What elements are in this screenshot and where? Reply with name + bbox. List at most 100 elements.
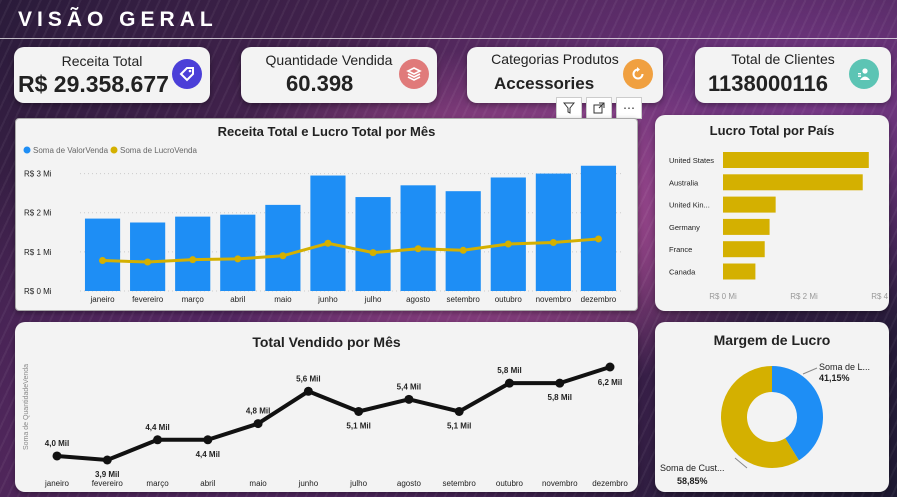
point-quantidade	[253, 419, 263, 429]
point-quantidade	[404, 394, 414, 404]
y-tick-label: Germany	[669, 223, 700, 232]
users-icon	[849, 59, 879, 89]
point-lucrovenda	[279, 252, 287, 260]
kpi-value-receita: R$ 29.358.677	[18, 71, 169, 97]
point-quantidade	[555, 378, 565, 388]
x-tick-label: junho	[317, 295, 338, 304]
point-lucrovenda	[594, 235, 602, 243]
bar-lucro-pais	[723, 241, 765, 258]
data-label: 5,4 Mil	[397, 382, 421, 391]
x-tick-label: março	[146, 479, 169, 488]
x-tick-label: junho	[298, 479, 319, 488]
filter-icon[interactable]	[556, 97, 582, 119]
x-tick-label: outubro	[495, 295, 523, 304]
x-tick-label: julho	[364, 295, 382, 304]
panel-margem-lucro[interactable]: Margem de Lucro Soma de L... 41,15% Soma d…	[655, 322, 889, 492]
y-tick-label: R$ 0 Mi	[24, 287, 52, 296]
bar-valorvenda	[220, 214, 256, 291]
x-tick-label: fevereiro	[132, 295, 164, 304]
x-tick-label: abril	[200, 479, 215, 488]
bar-valorvenda	[130, 222, 166, 291]
x-tick-label: R$ 0 Mi	[709, 292, 737, 301]
bar-valorvenda	[535, 173, 571, 291]
y-tick-label: Canada	[669, 268, 696, 277]
focus-mode-icon[interactable]	[586, 97, 612, 119]
bar-valorvenda	[84, 218, 121, 291]
point-quantidade	[605, 362, 615, 372]
line-quantidade	[56, 365, 611, 463]
x-tick-label: novembro	[536, 295, 572, 304]
bar-valorvenda	[490, 177, 526, 291]
data-label: 5,1 Mil	[447, 421, 471, 430]
y-tick-label: France	[669, 245, 692, 254]
data-label: 5,8 Mil	[497, 366, 521, 375]
x-tick-label: agosto	[406, 295, 431, 304]
kpi-value-categorias: Accessories	[494, 74, 595, 93]
y-tick-label: R$ 2 Mi	[24, 209, 52, 218]
y-tick-label: United Kin...	[669, 201, 710, 210]
tag-icon	[172, 59, 202, 89]
bar-lucro-pais	[723, 152, 869, 168]
kpi-value-quantidade: 60.398	[286, 71, 354, 96]
x-tick-label: dezembro	[581, 295, 617, 304]
legend-marker-valorvenda	[23, 146, 31, 154]
kpi-card-categorias: Categorias Produtos Accessories	[467, 47, 663, 103]
slice-pct: 41,15%	[819, 373, 850, 383]
point-lucrovenda	[414, 245, 422, 253]
panel-lucro-pais[interactable]: Lucro Total por País United States Austra…	[655, 115, 889, 311]
chart2-svg: United States Australia United Kin... Germa…	[669, 152, 889, 301]
panel-receita-lucro[interactable]: Receita Total e Lucro Total por Mês Soma…	[15, 118, 638, 311]
chart3-svg: Soma de QuantidadeVenda 4,0 Mil janeiro 3,9…	[23, 362, 628, 488]
data-label: 5,1 Mil	[346, 421, 370, 430]
point-lucrovenda	[504, 240, 512, 248]
bar-valorvenda	[310, 175, 346, 291]
refresh-icon	[623, 59, 653, 89]
x-tick-label: julho	[349, 479, 367, 488]
point-quantidade	[203, 435, 213, 445]
data-label: 4,4 Mil	[145, 423, 169, 432]
more-options-button[interactable]: ⋯	[616, 97, 642, 119]
panel-total-vendido[interactable]: Total Vendido por Mês Soma de Quantidade…	[15, 322, 638, 492]
title-divider	[0, 38, 897, 39]
x-tick-label: setembro	[443, 479, 477, 488]
x-tick-label: setembro	[447, 295, 481, 304]
point-lucrovenda	[549, 238, 557, 246]
point-lucrovenda	[324, 239, 332, 247]
legend-label-valorvenda: Soma de ValorVenda	[33, 146, 109, 155]
bar-lucro-pais	[723, 263, 756, 280]
x-tick-label: março	[182, 295, 205, 304]
point-quantidade	[504, 378, 514, 388]
kpi-card-receita: Receita Total R$ 29.358.677	[14, 47, 210, 103]
bar-lucro-pais	[723, 218, 770, 235]
visual-header-toolbar: ⋯	[556, 97, 642, 119]
point-lucrovenda	[144, 258, 152, 266]
bar-valorvenda	[265, 204, 301, 291]
point-lucrovenda	[234, 255, 242, 263]
data-label: 3,9 Mil	[95, 470, 119, 479]
layers-icon	[399, 59, 429, 89]
data-label: 4,8 Mil	[246, 407, 270, 416]
x-tick-label: agosto	[397, 479, 422, 488]
page-title: VISÃO GERAL	[18, 8, 218, 31]
point-quantidade	[303, 386, 313, 396]
point-lucrovenda	[189, 256, 197, 264]
point-lucrovenda	[99, 256, 107, 264]
point-quantidade	[102, 455, 112, 465]
point-lucrovenda	[459, 246, 467, 254]
bar-valorvenda	[580, 165, 617, 291]
y-axis-label: Soma de QuantidadeVenda	[23, 364, 30, 450]
x-tick-label: outubro	[496, 479, 524, 488]
kpi-card-clientes: Total de Clientes 1138000116	[695, 47, 891, 103]
x-tick-label: R$ 4 Mi	[871, 292, 889, 301]
data-label: 5,8 Mil	[548, 393, 572, 402]
x-tick-label: maio	[249, 479, 267, 488]
x-tick-label: fevereiro	[92, 479, 124, 488]
slice-label: Soma de Cust...	[660, 463, 725, 473]
point-quantidade	[354, 406, 364, 416]
x-tick-label: dezembro	[592, 479, 628, 488]
bar-lucro-pais	[723, 196, 776, 213]
bar-valorvenda	[355, 197, 391, 291]
x-tick-label: novembro	[542, 479, 578, 488]
x-tick-label: abril	[230, 295, 245, 304]
legend-label-lucrovenda: Soma de LucroVenda	[120, 146, 197, 155]
